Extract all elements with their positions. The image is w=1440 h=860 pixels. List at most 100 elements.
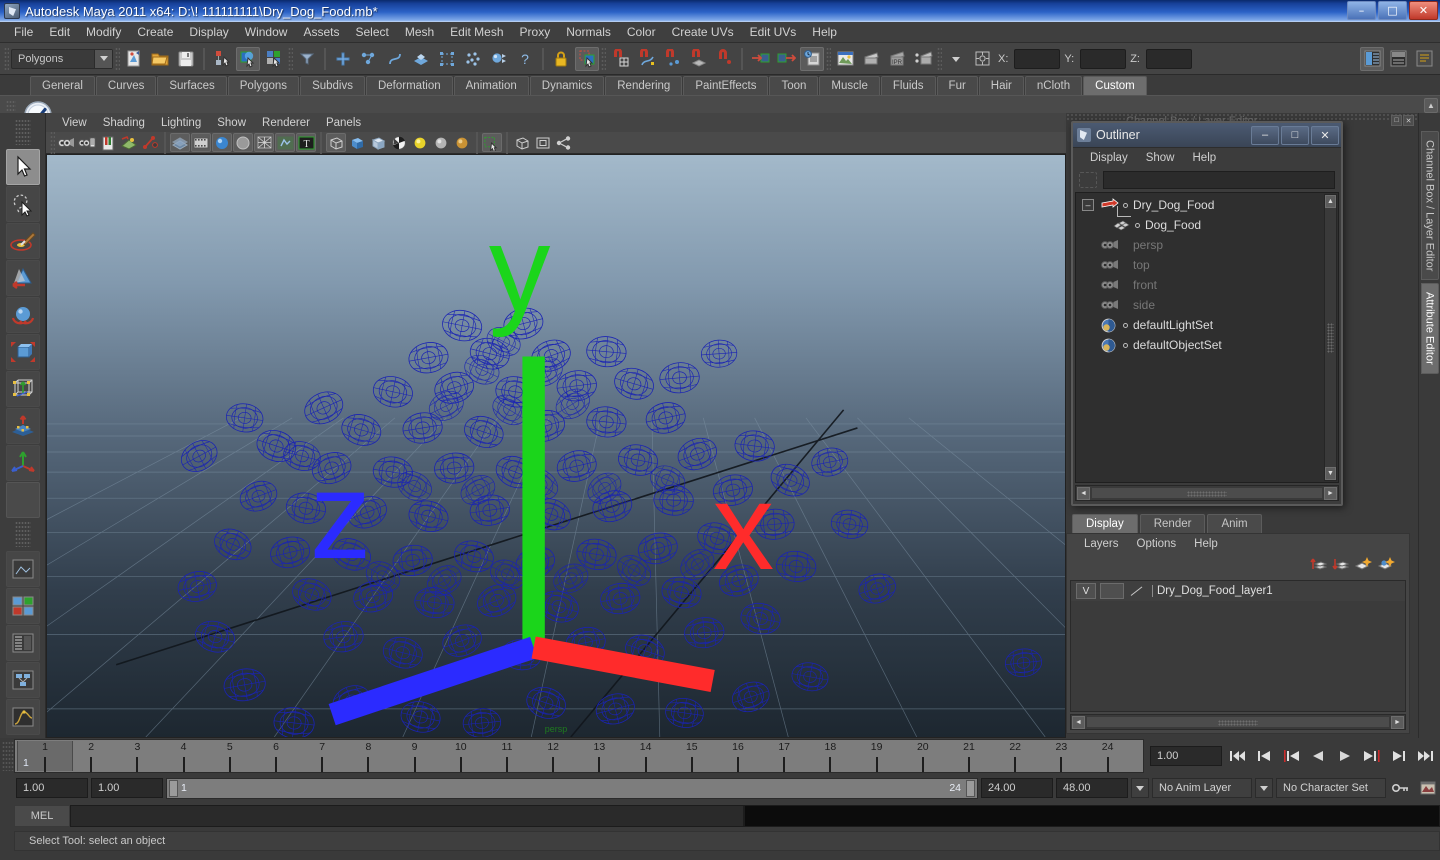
select-by-curve-icon[interactable]	[383, 47, 407, 71]
range-start-handle[interactable]	[169, 779, 178, 797]
anim-layer-dropdown-icon[interactable]	[1131, 778, 1149, 798]
menu-select[interactable]: Select	[347, 23, 396, 41]
layer-hscroll-track[interactable]	[1086, 716, 1390, 728]
select-camera-icon[interactable]	[56, 133, 76, 152]
play-backwards-icon[interactable]	[1306, 745, 1330, 767]
menu-help[interactable]: Help	[804, 23, 845, 41]
layer-row[interactable]: V Dry_Dog_Food_layer1	[1071, 581, 1405, 601]
outliner-item-defaultlightset[interactable]: defaultLightSet	[1076, 315, 1338, 335]
outliner-item-dry_dog_food[interactable]: – Dry_Dog_Food	[1076, 195, 1338, 215]
outliner-vertical-scrollbar[interactable]: ▲ ▼	[1324, 194, 1337, 481]
menu-create-uvs[interactable]: Create UVs	[664, 23, 742, 41]
layer-editor-tab-anim[interactable]: Anim	[1207, 514, 1262, 533]
menu-edit-uvs[interactable]: Edit UVs	[742, 23, 805, 41]
snap-to-points-icon[interactable]	[660, 47, 684, 71]
outliner-scroll-down-icon[interactable]: ▼	[1325, 467, 1336, 480]
viewport-menu-panels[interactable]: Panels	[318, 116, 369, 130]
menu-set-selector[interactable]: Polygons	[11, 48, 113, 69]
open-scene-icon[interactable]	[148, 47, 172, 71]
step-forward-frame-icon[interactable]	[1387, 745, 1411, 767]
snap-to-projected-center-icon[interactable]	[686, 47, 710, 71]
layer-menu-layers[interactable]: Layers	[1075, 538, 1128, 550]
x-coordinate-input[interactable]	[1014, 48, 1061, 69]
output-connections-icon[interactable]	[774, 47, 798, 71]
snap-to-grids-icon[interactable]	[608, 47, 632, 71]
outliner-item-top[interactable]: top	[1076, 255, 1338, 275]
toolbar-grip-2[interactable]	[115, 46, 120, 71]
move-layer-down-icon[interactable]	[1332, 555, 1350, 577]
shelf-tab-custom[interactable]: Custom	[1083, 76, 1147, 95]
last-tool-used[interactable]	[5, 445, 40, 481]
show-hide-channel-box-icon[interactable]	[1360, 46, 1384, 71]
show-hide-attribute-editor-icon[interactable]	[1386, 47, 1410, 71]
bookmark-icon[interactable]	[98, 133, 118, 152]
menu-proxy[interactable]: Proxy	[512, 23, 559, 41]
outliner-item-defaultobjectset[interactable]: defaultObjectSet	[1076, 335, 1338, 355]
shelf-tab-hair[interactable]: Hair	[978, 76, 1024, 95]
camera-attributes-icon[interactable]	[77, 133, 97, 152]
select-all-icon[interactable]	[331, 47, 355, 71]
play-forwards-icon[interactable]	[1333, 745, 1357, 767]
playback-end-time-field[interactable]: 24.00	[981, 778, 1053, 798]
shelf-tab-dynamics[interactable]: Dynamics	[529, 76, 605, 95]
layer-menu-help[interactable]: Help	[1185, 538, 1227, 550]
ipr-render-icon[interactable]	[859, 47, 883, 71]
auto-keyframe-icon[interactable]	[1389, 777, 1413, 799]
grid-display-icon[interactable]	[170, 133, 190, 152]
y-coordinate-input[interactable]	[1080, 48, 1127, 69]
use-default-light-icon[interactable]	[410, 133, 430, 152]
z-coordinate-input[interactable]	[1145, 48, 1192, 69]
xray-joints-icon[interactable]	[512, 133, 532, 152]
viewport-menu-show[interactable]: Show	[209, 116, 254, 130]
menu-assets[interactable]: Assets	[295, 23, 347, 41]
shelf-tab-animation[interactable]: Animation	[453, 76, 529, 95]
snap-to-view-plane-icon[interactable]	[712, 47, 736, 71]
toolbar-grip[interactable]	[4, 46, 9, 71]
image-plane-icon[interactable]	[119, 133, 139, 152]
single-perspective-layout-icon[interactable]	[5, 551, 40, 587]
menu-file[interactable]: File	[6, 23, 41, 41]
anim-layer-field[interactable]: No Anim Layer	[1152, 778, 1252, 798]
select-by-deformer-icon[interactable]	[435, 47, 459, 71]
outliner-menu-help[interactable]: Help	[1184, 152, 1226, 164]
time-slider[interactable]: 1 1 2 3 4 5 6 7 8 9 10 11 12 13 14 15 16 17 18 19 20 21 22 23 2…	[14, 739, 1144, 773]
lock-icon[interactable]	[549, 47, 573, 71]
select-by-component-icon[interactable]	[262, 47, 286, 71]
step-back-key-icon[interactable]	[1279, 745, 1303, 767]
construction-history-icon[interactable]	[800, 46, 824, 71]
viewport-menu-lighting[interactable]: Lighting	[153, 116, 209, 130]
go-to-end-icon[interactable]	[1414, 745, 1438, 767]
viewport-menu-renderer[interactable]: Renderer	[254, 116, 318, 130]
outliner-minimize-button[interactable]: –	[1251, 125, 1279, 145]
save-scene-icon[interactable]	[174, 47, 198, 71]
persp-graph-layout-icon[interactable]	[5, 699, 40, 735]
vertical-tab-attribute-editor[interactable]: Attribute Editor	[1420, 283, 1439, 375]
xray-icon[interactable]	[254, 133, 274, 152]
time-slider-grip[interactable]	[2, 741, 14, 771]
film-gate-icon[interactable]	[191, 133, 211, 152]
window-controls[interactable]: – □ ✕	[1347, 1, 1438, 20]
menu-edit-mesh[interactable]: Edit Mesh	[442, 23, 511, 41]
shelf-tab-curves[interactable]: Curves	[95, 76, 157, 95]
snap-to-curves-icon[interactable]	[634, 47, 658, 71]
character-set-dropdown-icon[interactable]	[1255, 778, 1273, 798]
lasso-select-tool[interactable]	[5, 186, 40, 222]
layer-scroll-right-icon[interactable]: ►	[1391, 715, 1404, 729]
viewport-menu-view[interactable]: View	[54, 116, 95, 130]
menu-mesh[interactable]: Mesh	[397, 23, 442, 41]
shelf-tab-general[interactable]: General	[30, 76, 95, 95]
current-frame-field[interactable]: 1.00	[1150, 746, 1222, 766]
vertical-tab-channel-box-layer-editor[interactable]: Channel Box / Layer Editor	[1420, 131, 1439, 281]
select-by-surface-icon[interactable]	[409, 47, 433, 71]
command-language-button[interactable]: MEL	[14, 804, 70, 827]
render-globals-icon[interactable]	[911, 47, 935, 71]
outliner-horizontal-scrollbar[interactable]: ◄ ►	[1075, 485, 1339, 501]
exposure-icon[interactable]	[533, 133, 553, 152]
show-hide-tool-settings-icon[interactable]	[1412, 47, 1436, 71]
outliner-close-button[interactable]: ✕	[1311, 125, 1339, 145]
range-end-handle[interactable]	[966, 779, 975, 797]
snap-to-grid-icon[interactable]	[575, 46, 599, 71]
outliner-scroll-right-icon[interactable]: ►	[1324, 486, 1337, 500]
toolbox-grip-2[interactable]	[14, 521, 31, 547]
shelf-tab-ncloth[interactable]: nCloth	[1024, 76, 1083, 95]
